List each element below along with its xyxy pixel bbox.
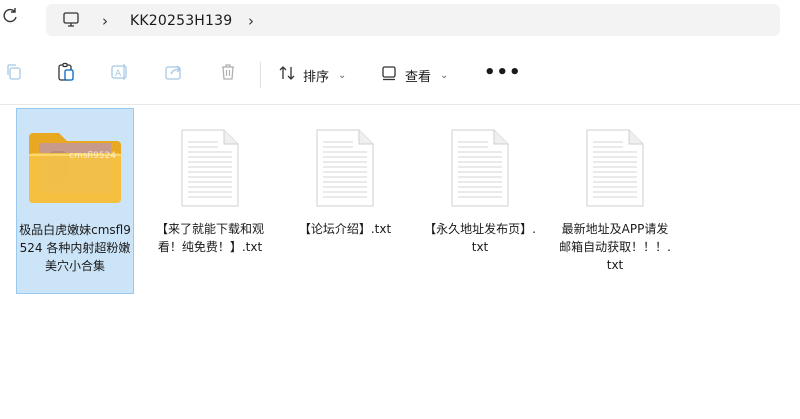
chevron-right-icon[interactable]: › [102, 12, 108, 30]
file-item[interactable]: 最新地址及APP请发邮箱自动获取！！！.txt [556, 108, 674, 294]
sort-icon [278, 64, 296, 86]
share-icon[interactable] [164, 62, 188, 86]
file-list: cmsfl9524 极品白虎嫩妹cmsfl9524 各种内射超粉嫩美穴小合集 【… [0, 104, 800, 419]
rename-icon[interactable]: A [110, 62, 134, 86]
chevron-down-icon: ⌄ [338, 69, 347, 81]
more-options-button[interactable]: ••• [484, 64, 522, 82]
file-item[interactable]: 【永久地址发布页】.txt [421, 108, 539, 294]
address-bar: › KK20253H139 › [0, 0, 800, 40]
file-name: 最新地址及APP请发邮箱自动获取！！！.txt [559, 222, 671, 272]
svg-text:A: A [115, 69, 122, 79]
file-name: 【永久地址发布页】.txt [424, 222, 536, 254]
file-name: 极品白虎嫩妹cmsfl9524 各种内射超粉嫩美穴小合集 [19, 223, 131, 273]
sort-button[interactable]: 排序 ⌄ [278, 64, 346, 86]
text-file-icon [565, 120, 665, 212]
view-button[interactable]: 查看 ⌄ [380, 64, 448, 86]
toolbar-divider [260, 62, 261, 88]
file-name: 【论坛介绍】.txt [298, 222, 392, 236]
file-name: 【来了就能下载和观看！纯免费！】.txt [155, 222, 264, 254]
delete-icon[interactable] [218, 62, 242, 86]
folder-icon: cmsfl9524 [25, 121, 125, 213]
command-bar: A 排序 ⌄ 查看 ⌄ ••• [0, 44, 800, 105]
text-file-icon [430, 120, 530, 212]
text-file-icon [160, 120, 260, 212]
folder-item[interactable]: cmsfl9524 极品白虎嫩妹cmsfl9524 各种内射超粉嫩美穴小合集 [16, 108, 134, 294]
refresh-icon[interactable] [0, 6, 24, 32]
chevron-down-icon: ⌄ [440, 69, 449, 81]
computer-icon[interactable] [62, 11, 80, 33]
address-input[interactable]: › KK20253H139 › [46, 4, 780, 36]
file-item[interactable]: 【来了就能下载和观看！纯免费！】.txt [151, 108, 269, 294]
thumbnail-watermark: cmsfl9524 [69, 151, 116, 161]
breadcrumb-folder[interactable]: KK20253H139 [130, 13, 232, 29]
paste-icon[interactable] [56, 62, 80, 86]
sort-label: 排序 [303, 69, 330, 85]
file-item[interactable]: 【论坛介绍】.txt [286, 108, 404, 294]
view-label: 查看 [405, 69, 432, 85]
copy-icon[interactable] [4, 62, 28, 86]
view-icon [380, 64, 398, 86]
text-file-icon [295, 120, 395, 212]
chevron-right-icon[interactable]: › [248, 12, 254, 30]
